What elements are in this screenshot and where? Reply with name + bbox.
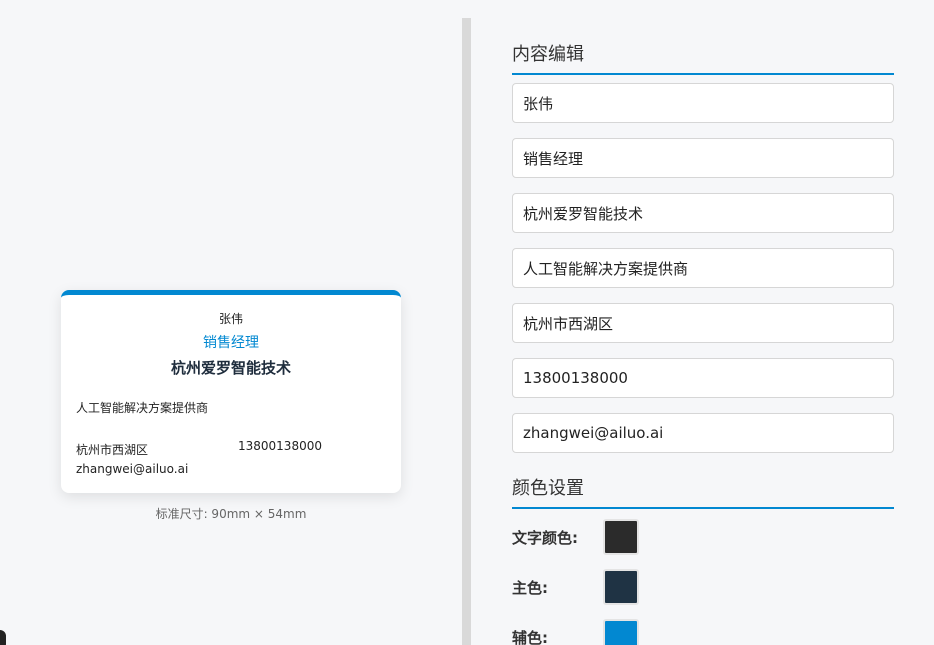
panel-divider[interactable] bbox=[462, 18, 471, 645]
primary-color-swatch[interactable] bbox=[603, 569, 639, 605]
text-color-swatch[interactable] bbox=[603, 519, 639, 555]
primary-color-row: 主色: bbox=[512, 569, 894, 605]
card-email: zhangwei@ailuo.ai bbox=[76, 462, 189, 476]
card-address: 杭州市西湖区 bbox=[76, 443, 149, 457]
text-color-label: 文字颜色: bbox=[512, 529, 578, 547]
window-corner bbox=[0, 630, 6, 645]
text-color-row: 文字颜色: bbox=[512, 519, 894, 555]
company-input[interactable] bbox=[512, 193, 894, 233]
card-slogan: 人工智能解决方案提供商 bbox=[76, 401, 209, 415]
phone-input[interactable] bbox=[512, 358, 894, 398]
card-phone: 13800138000 bbox=[238, 439, 322, 453]
title-input[interactable] bbox=[512, 138, 894, 178]
secondary-color-swatch[interactable] bbox=[603, 619, 639, 645]
card-preview-panel: 张伟 销售经理 杭州爱罗智能技术 人工智能解决方案提供商 杭州市西湖区 1380… bbox=[0, 0, 462, 645]
app-window: 张伟 销售经理 杭州爱罗智能技术 人工智能解决方案提供商 杭州市西湖区 1380… bbox=[0, 0, 934, 645]
card-company: 杭州爱罗智能技术 bbox=[170, 359, 291, 377]
name-input[interactable] bbox=[512, 83, 894, 123]
business-card: 张伟 销售经理 杭州爱罗智能技术 人工智能解决方案提供商 杭州市西湖区 1380… bbox=[61, 290, 401, 493]
email-input[interactable] bbox=[512, 413, 894, 453]
card-name: 张伟 bbox=[218, 312, 243, 326]
primary-color-label: 主色: bbox=[512, 579, 548, 597]
card-size-note: 标准尺寸: 90mm × 54mm bbox=[155, 507, 307, 521]
address-input[interactable] bbox=[512, 303, 894, 343]
content-edit-heading: 内容编辑 bbox=[512, 40, 894, 75]
secondary-color-label: 辅色: bbox=[512, 629, 548, 645]
secondary-color-row: 辅色: bbox=[512, 619, 894, 645]
color-settings-heading: 颜色设置 bbox=[512, 474, 894, 509]
slogan-input[interactable] bbox=[512, 248, 894, 288]
card-job-title: 销售经理 bbox=[203, 335, 259, 351]
editor-panel: 内容编辑 颜色设置 文字颜色: 主色: 辅色: bbox=[471, 0, 934, 645]
